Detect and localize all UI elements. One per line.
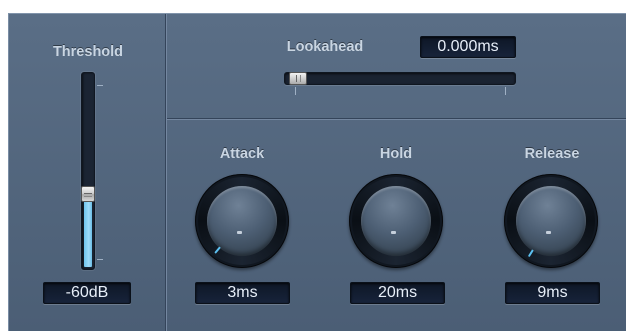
threshold-fader-thumb[interactable] (81, 186, 95, 202)
lookahead-tick-min (295, 87, 296, 95)
lookahead-label: Lookahead (286, 39, 364, 55)
threshold-tick-bottom (97, 259, 103, 260)
hold-knob[interactable] (349, 174, 443, 268)
lookahead-slider[interactable] (284, 72, 516, 85)
threshold-level-fill (84, 200, 92, 267)
noise-gate-plugin-panel: Threshold -60dB Lookahead 0.000ms Attack… (8, 13, 626, 331)
attack-value-display[interactable]: 3ms (195, 282, 290, 304)
threshold-tick-top (97, 85, 103, 86)
section-divider-vertical (165, 14, 167, 331)
hold-label: Hold (379, 146, 413, 162)
release-value-display[interactable]: 9ms (505, 282, 600, 304)
section-divider-horizontal (167, 118, 626, 120)
threshold-fader[interactable] (81, 72, 95, 270)
hold-knob-cap (361, 186, 431, 256)
threshold-value-display[interactable]: -60dB (43, 282, 131, 304)
lookahead-value-display[interactable]: 0.000ms (420, 36, 516, 58)
attack-knob[interactable] (195, 174, 289, 268)
hold-knob-indicator (391, 231, 396, 234)
attack-label: Attack (219, 146, 265, 162)
attack-knob-indicator (237, 231, 242, 234)
lookahead-tick-max (505, 87, 506, 95)
threshold-label: Threshold (52, 44, 124, 60)
release-knob[interactable] (504, 174, 598, 268)
hold-value-display[interactable]: 20ms (350, 282, 445, 304)
release-knob-indicator (546, 231, 551, 234)
lookahead-slider-thumb[interactable] (289, 72, 307, 85)
release-label: Release (524, 146, 580, 162)
